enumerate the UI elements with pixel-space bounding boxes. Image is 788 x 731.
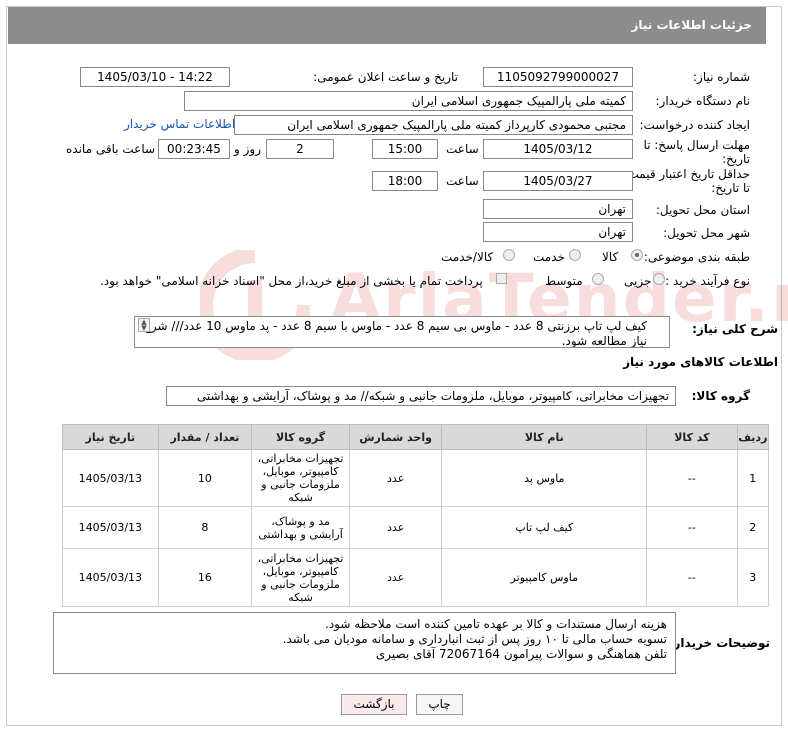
- goods-table: ردیف کد کالا نام کالا واحد شمارش گروه کا…: [62, 424, 770, 607]
- process-option-minor: جزیی: [624, 274, 652, 288]
- print-button[interactable]: چاپ: [416, 694, 463, 715]
- cell-row: 1: [736, 449, 770, 507]
- page-header: جزئیات اطلاعات نیاز: [8, 7, 766, 44]
- buyer-field: کمیته ملی پارالمپیک جمهوری اسلامی ایران: [184, 91, 633, 111]
- notes-line: هزینه ارسال مستندات و کالا بر عهده تامین…: [325, 617, 667, 631]
- col-name: نام کالا: [441, 424, 648, 450]
- table-row: 1 -- ماوس پد عدد تجهیزات مخابراتی، کامپی…: [62, 449, 770, 507]
- buyer-contact-link[interactable]: اطلاعات تماس خریدار: [124, 117, 235, 131]
- cell-date: 1405/03/13: [62, 506, 159, 549]
- category-radio-goods[interactable]: [631, 249, 643, 261]
- price-validity-date-field: 1405/03/27: [483, 171, 633, 191]
- cell-group: تجهیزات مخابراتی، کامپیوتر، موبایل، ملزو…: [251, 449, 350, 507]
- col-unit: واحد شمارش: [348, 424, 443, 450]
- buyer-label: نام دستگاه خریدار:: [655, 94, 751, 108]
- col-row: ردیف: [736, 424, 770, 450]
- goods-section-title: اطلاعات کالاهای مورد نیاز: [623, 355, 778, 369]
- cell-qty: 10: [157, 449, 253, 507]
- creator-field: مجتبی محمودی کارپرداز کمیته ملی پارالمپی…: [234, 115, 633, 135]
- cell-code: --: [646, 548, 738, 607]
- cell-name: ماوس کامپیوتر: [441, 548, 648, 607]
- category-option-service: خدمت: [533, 250, 565, 264]
- cell-unit: عدد: [348, 506, 443, 549]
- table-header-row: ردیف کد کالا نام کالا واحد شمارش گروه کا…: [62, 424, 770, 450]
- buyer-notes-textarea[interactable]: هزینه ارسال مستندات و کالا بر عهده تامین…: [53, 612, 676, 674]
- city-label: شهر محل تحویل:: [663, 226, 750, 240]
- process-radio-medium[interactable]: [592, 273, 604, 285]
- category-option-goods-service: کالا/خدمت: [441, 250, 494, 264]
- deadline-hour-label: ساعت: [446, 142, 479, 156]
- deadline-date-field: 1405/03/12: [483, 139, 633, 159]
- category-label: طبقه بندی موضوعی:: [643, 250, 750, 264]
- cell-unit: عدد: [348, 548, 443, 607]
- announce-datetime-field: 1405/03/10 - 14:22: [80, 67, 230, 87]
- cell-qty: 16: [157, 548, 253, 607]
- cell-code: --: [646, 506, 738, 549]
- category-radio-service[interactable]: [569, 249, 581, 261]
- province-label: استان محل تحویل:: [655, 203, 750, 217]
- deadline-time-field: 15:00: [372, 139, 438, 159]
- back-button[interactable]: بازگشت: [341, 694, 407, 715]
- time-remaining-label: ساعت باقی مانده: [66, 142, 156, 156]
- cell-name: ماوس پد: [441, 449, 648, 507]
- page-title: جزئیات اطلاعات نیاز: [631, 18, 752, 32]
- cell-unit: عدد: [348, 449, 443, 507]
- treasury-payment-checkbox[interactable]: [496, 273, 507, 284]
- col-qty: تعداد / مقدار: [157, 424, 253, 450]
- notes-line: تلفن هماهنگی و سوالات پیرامون 72067164 آ…: [375, 647, 667, 661]
- cell-name: کیف لپ تاپ: [441, 506, 648, 549]
- cell-qty: 8: [157, 506, 253, 549]
- cell-date: 1405/03/13: [62, 449, 159, 507]
- goods-group-field: تجهیزات مخابراتی، کامپیوتر، موبایل، ملزو…: [166, 386, 676, 406]
- table-row: 3 -- ماوس کامپیوتر عدد تجهیزات مخابراتی،…: [62, 548, 770, 607]
- province-field: تهران: [483, 199, 633, 219]
- cell-date: 1405/03/13: [62, 548, 159, 607]
- creator-label: ایجاد کننده درخواست:: [639, 118, 750, 132]
- treasury-payment-note: پرداخت تمام یا بخشی از مبلغ خرید،از محل …: [100, 274, 483, 288]
- need-number-label: شماره نیاز:: [693, 70, 750, 84]
- cell-row: 2: [736, 506, 770, 549]
- category-option-goods: کالا: [602, 250, 619, 264]
- deadline-label: مهلت ارسال پاسخ: تا تاریخ:: [643, 138, 750, 166]
- time-remaining-field: 00:23:45: [158, 139, 230, 159]
- table-row: 2 -- کیف لپ تاپ عدد مد و پوشاک، آرایشی و…: [62, 506, 770, 549]
- days-label: روز و: [234, 142, 261, 156]
- city-field: تهران: [483, 222, 633, 242]
- process-label: نوع فرآیند خرید :: [665, 274, 750, 288]
- description-scroll-icon[interactable]: ▲ ▼: [138, 318, 150, 332]
- announce-label: تاریخ و ساعت اعلان عمومی:: [313, 70, 458, 84]
- col-date: تاریخ نیاز: [62, 424, 159, 450]
- cell-code: --: [646, 449, 738, 507]
- notes-line: تسویه حساب مالی تا ۱۰ روز پس از ثبت انبا…: [282, 632, 667, 646]
- buyer-notes-label: توضیحات خریدار:: [668, 636, 770, 650]
- cell-group: تجهیزات مخابراتی، کامپیوتر، موبایل، ملزو…: [251, 548, 350, 607]
- process-radio-minor[interactable]: [653, 273, 665, 285]
- col-group: گروه کالا: [251, 424, 350, 450]
- goods-group-label: گروه کالا:: [691, 389, 750, 403]
- days-remaining-field: 2: [266, 139, 334, 159]
- cell-group: مد و پوشاک، آرایشی و بهداشتی: [251, 506, 350, 549]
- price-validity-hour-label: ساعت: [446, 174, 479, 188]
- price-validity-label: حداقل تاریخ اعتبار قیمت: تا تاریخ:: [623, 167, 750, 195]
- category-radio-goods-service[interactable]: [503, 249, 515, 261]
- col-code: کد کالا: [646, 424, 738, 450]
- need-number-field: 1105092799000027: [483, 67, 633, 87]
- process-option-medium: متوسط: [545, 274, 583, 288]
- price-validity-time-field: 18:00: [372, 171, 438, 191]
- description-textarea[interactable]: کیف لپ تاپ برزنتی 8 عدد - ماوس بی سیم 8 …: [134, 316, 670, 348]
- description-label: شرح کلی نیاز:: [692, 322, 778, 336]
- cell-row: 3: [736, 548, 770, 607]
